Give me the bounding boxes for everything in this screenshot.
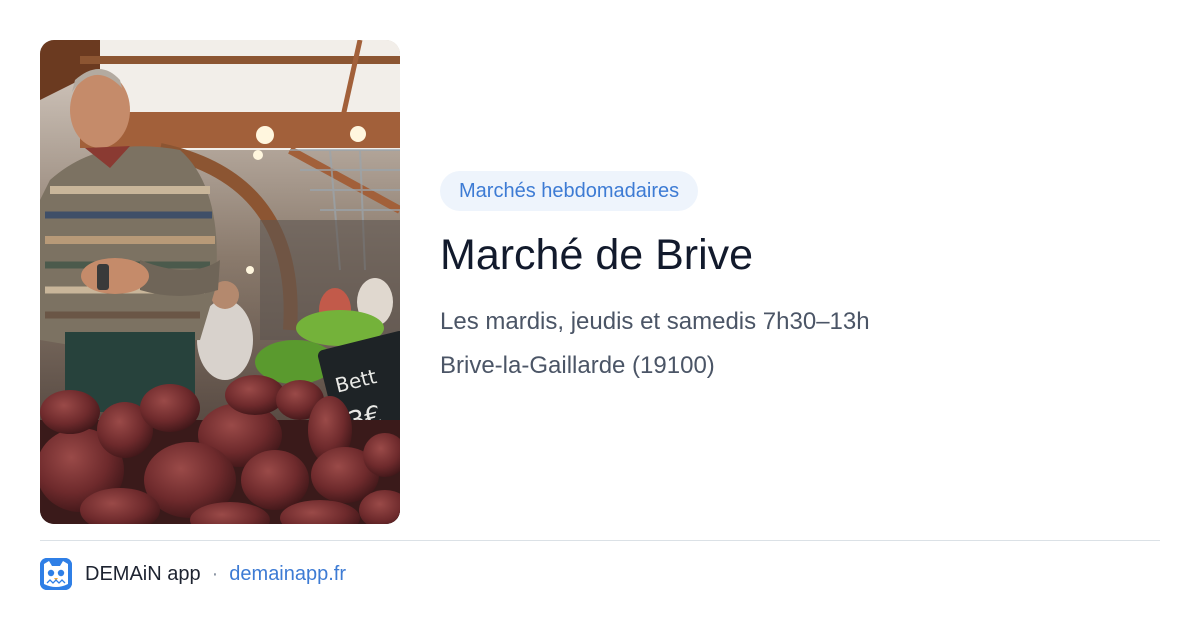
footer: DEMAiN app · demainapp.fr bbox=[40, 557, 346, 591]
market-schedule: Les mardis, jeudis et samedis 7h30–13h bbox=[440, 308, 870, 335]
footer-separator: · bbox=[211, 562, 219, 585]
owl-app-icon bbox=[40, 558, 72, 590]
market-info: Marchés hebdomadaires Marché de Brive Le… bbox=[440, 171, 1140, 381]
share-card: Bett 3€ Marchés hebdomadaires Marché de … bbox=[0, 0, 1200, 630]
app-name: DEMAiN app bbox=[85, 562, 201, 585]
app-website-link[interactable]: demainapp.fr bbox=[229, 563, 346, 586]
market-photo: Bett 3€ bbox=[40, 40, 400, 524]
market-title: Marché de Brive bbox=[440, 231, 754, 279]
market-location: Brive-la-Gaillarde (19100) bbox=[440, 352, 715, 379]
category-badge: Marchés hebdomadaires bbox=[440, 171, 699, 211]
footer-divider bbox=[40, 540, 1160, 541]
